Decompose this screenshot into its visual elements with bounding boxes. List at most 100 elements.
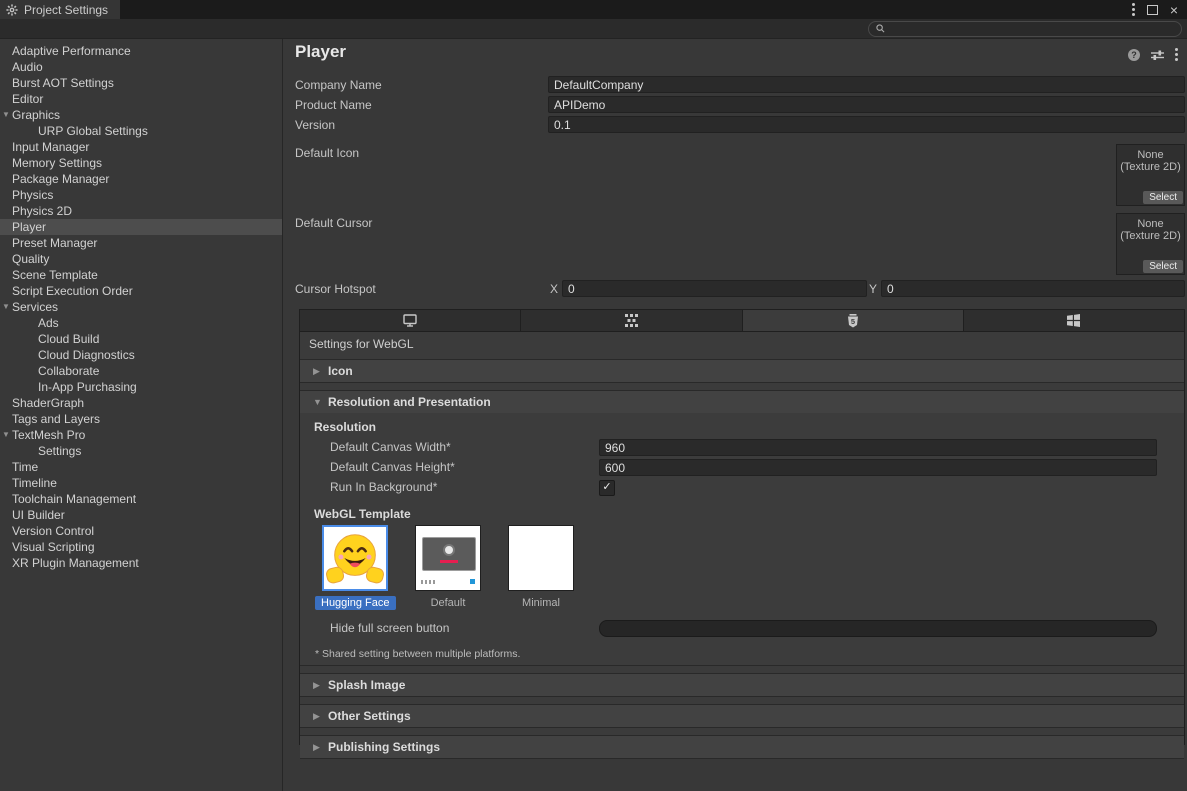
more-options-button[interactable]: [1175, 48, 1178, 61]
sidebar-item-cloud-diagnostics[interactable]: Cloud Diagnostics: [0, 347, 282, 363]
version-input[interactable]: [548, 116, 1185, 133]
progress-bar: [440, 560, 458, 563]
search-input[interactable]: [889, 22, 1174, 36]
server-icon: [625, 314, 638, 327]
select-button[interactable]: Select: [1143, 191, 1183, 204]
sidebar-item-settings[interactable]: Settings: [0, 443, 282, 459]
foldout-arrow-icon: ▶: [313, 711, 321, 722]
sidebar-item-memory-settings[interactable]: Memory Settings: [0, 155, 282, 171]
canvas-height-input[interactable]: [599, 459, 1157, 476]
search-field[interactable]: [868, 21, 1182, 37]
default-cursor-label: Default Cursor: [295, 215, 372, 231]
sidebar-item-visual-scripting[interactable]: Visual Scripting: [0, 539, 282, 555]
foldout-arrow-icon[interactable]: ▼: [2, 299, 10, 315]
company-name-input[interactable]: [548, 76, 1185, 93]
texture-type: (Texture 2D): [1117, 230, 1184, 242]
sidebar-item-tags-and-layers[interactable]: Tags and Layers: [0, 411, 282, 427]
texture-value: None: [1117, 149, 1184, 161]
template-label: Minimal: [516, 596, 566, 610]
monitor-icon: [403, 314, 417, 327]
close-button[interactable]: ×: [1170, 5, 1178, 15]
resolution-presentation-header[interactable]: ▼ Resolution and Presentation: [300, 391, 1184, 413]
platform-tab-webgl[interactable]: 5: [743, 310, 964, 331]
sidebar-item-label: Cloud Build: [0, 331, 282, 347]
webgl-template-default[interactable]: Default: [408, 525, 488, 610]
template-thumbnail[interactable]: [415, 525, 481, 591]
sidebar-item-label: Toolchain Management: [0, 491, 282, 507]
section-title: Publishing Settings: [328, 740, 440, 754]
webgl-template-subheader: WebGL Template: [314, 507, 1170, 521]
sidebar-item-label: Script Execution Order: [0, 283, 282, 299]
presets-icon[interactable]: [1151, 49, 1164, 61]
sidebar-item-xr-plugin-management[interactable]: XR Plugin Management: [0, 555, 282, 571]
sidebar-item-shadergraph[interactable]: ShaderGraph: [0, 395, 282, 411]
run-in-background-checkbox[interactable]: ✓: [599, 480, 615, 496]
foldout-arrow-icon[interactable]: ▼: [2, 427, 10, 443]
window-titlebar: Project Settings ×: [0, 0, 1187, 19]
webgl-template-hugging-face[interactable]: Hugging Face: [315, 525, 395, 610]
sidebar-item-burst-aot-settings[interactable]: Burst AOT Settings: [0, 75, 282, 91]
sidebar-item-label: In-App Purchasing: [0, 379, 282, 395]
sidebar-item-collaborate[interactable]: Collaborate: [0, 363, 282, 379]
sidebar-item-textmesh-pro[interactable]: ▼TextMesh Pro: [0, 427, 282, 443]
hotspot-y-input[interactable]: [881, 280, 1185, 297]
template-label: Default: [425, 596, 472, 610]
sidebar-item-label: Settings: [0, 443, 282, 459]
sidebar-item-physics-2d[interactable]: Physics 2D: [0, 203, 282, 219]
sidebar-item-services[interactable]: ▼Services: [0, 299, 282, 315]
player-settings-panel: Player ? Company Name Product Name Versi…: [284, 39, 1187, 791]
window-menu-button[interactable]: [1132, 3, 1135, 16]
product-name-input[interactable]: [548, 96, 1185, 113]
sidebar-item-player[interactable]: Player: [0, 219, 282, 235]
section-other-settings[interactable]: ▶ Other Settings: [300, 704, 1184, 728]
sidebar-item-input-manager[interactable]: Input Manager: [0, 139, 282, 155]
canvas-width-input[interactable]: [599, 439, 1157, 456]
sidebar-item-audio[interactable]: Audio: [0, 59, 282, 75]
settings-sidebar: Adaptive PerformanceAudioBurst AOT Setti…: [0, 39, 283, 791]
section-title: Other Settings: [328, 709, 411, 723]
sidebar-item-editor[interactable]: Editor: [0, 91, 282, 107]
sidebar-item-version-control[interactable]: Version Control: [0, 523, 282, 539]
sidebar-item-script-execution-order[interactable]: Script Execution Order: [0, 283, 282, 299]
sidebar-item-timeline[interactable]: Timeline: [0, 475, 282, 491]
window-tab[interactable]: Project Settings: [0, 0, 120, 19]
template-thumbnail[interactable]: [508, 525, 574, 591]
sidebar-item-physics[interactable]: Physics: [0, 187, 282, 203]
search-icon: [876, 24, 885, 33]
platform-tab-standalone[interactable]: [300, 310, 521, 331]
maximize-button[interactable]: [1147, 5, 1158, 15]
sidebar-item-graphics[interactable]: ▼Graphics: [0, 107, 282, 123]
sidebar-item-preset-manager[interactable]: Preset Manager: [0, 235, 282, 251]
sidebar-item-in-app-purchasing[interactable]: In-App Purchasing: [0, 379, 282, 395]
resolution-subheader: Resolution: [314, 420, 1170, 434]
webgl-template-minimal[interactable]: Minimal: [501, 525, 581, 610]
select-button[interactable]: Select: [1143, 260, 1183, 273]
default-cursor-thumbnail[interactable]: None (Texture 2D) Select: [1116, 213, 1185, 275]
sidebar-item-ui-builder[interactable]: UI Builder: [0, 507, 282, 523]
sidebar-item-ads[interactable]: Ads: [0, 315, 282, 331]
section-publishing-settings[interactable]: ▶ Publishing Settings: [300, 735, 1184, 759]
sidebar-item-label: Physics 2D: [0, 203, 282, 219]
sidebar-item-time[interactable]: Time: [0, 459, 282, 475]
sidebar-item-package-manager[interactable]: Package Manager: [0, 171, 282, 187]
platform-tab-dedicated-server[interactable]: [521, 310, 742, 331]
template-thumbnail[interactable]: [322, 525, 388, 591]
sidebar-item-toolchain-management[interactable]: Toolchain Management: [0, 491, 282, 507]
hotspot-x-input[interactable]: [562, 280, 867, 297]
foldout-arrow-icon: ▶: [313, 680, 321, 691]
sidebar-item-cloud-build[interactable]: Cloud Build: [0, 331, 282, 347]
section-splash-image[interactable]: ▶ Splash Image: [300, 673, 1184, 697]
sidebar-item-quality[interactable]: Quality: [0, 251, 282, 267]
foldout-arrow-icon[interactable]: ▼: [2, 107, 10, 123]
help-icon[interactable]: ?: [1128, 49, 1140, 61]
default-icon-thumbnail[interactable]: None (Texture 2D) Select: [1116, 144, 1185, 206]
sidebar-item-urp-global-settings[interactable]: URP Global Settings: [0, 123, 282, 139]
texture-type: (Texture 2D): [1117, 161, 1184, 173]
platform-tab-windows[interactable]: [964, 310, 1184, 331]
sidebar-item-scene-template[interactable]: Scene Template: [0, 267, 282, 283]
hide-fullscreen-input[interactable]: [599, 620, 1157, 637]
sidebar-item-adaptive-performance[interactable]: Adaptive Performance: [0, 43, 282, 59]
sidebar-item-label: TextMesh Pro: [0, 427, 282, 443]
settings-for-webgl-label: Settings for WebGL: [309, 337, 1184, 351]
section-icon[interactable]: ▶ Icon: [300, 359, 1184, 383]
